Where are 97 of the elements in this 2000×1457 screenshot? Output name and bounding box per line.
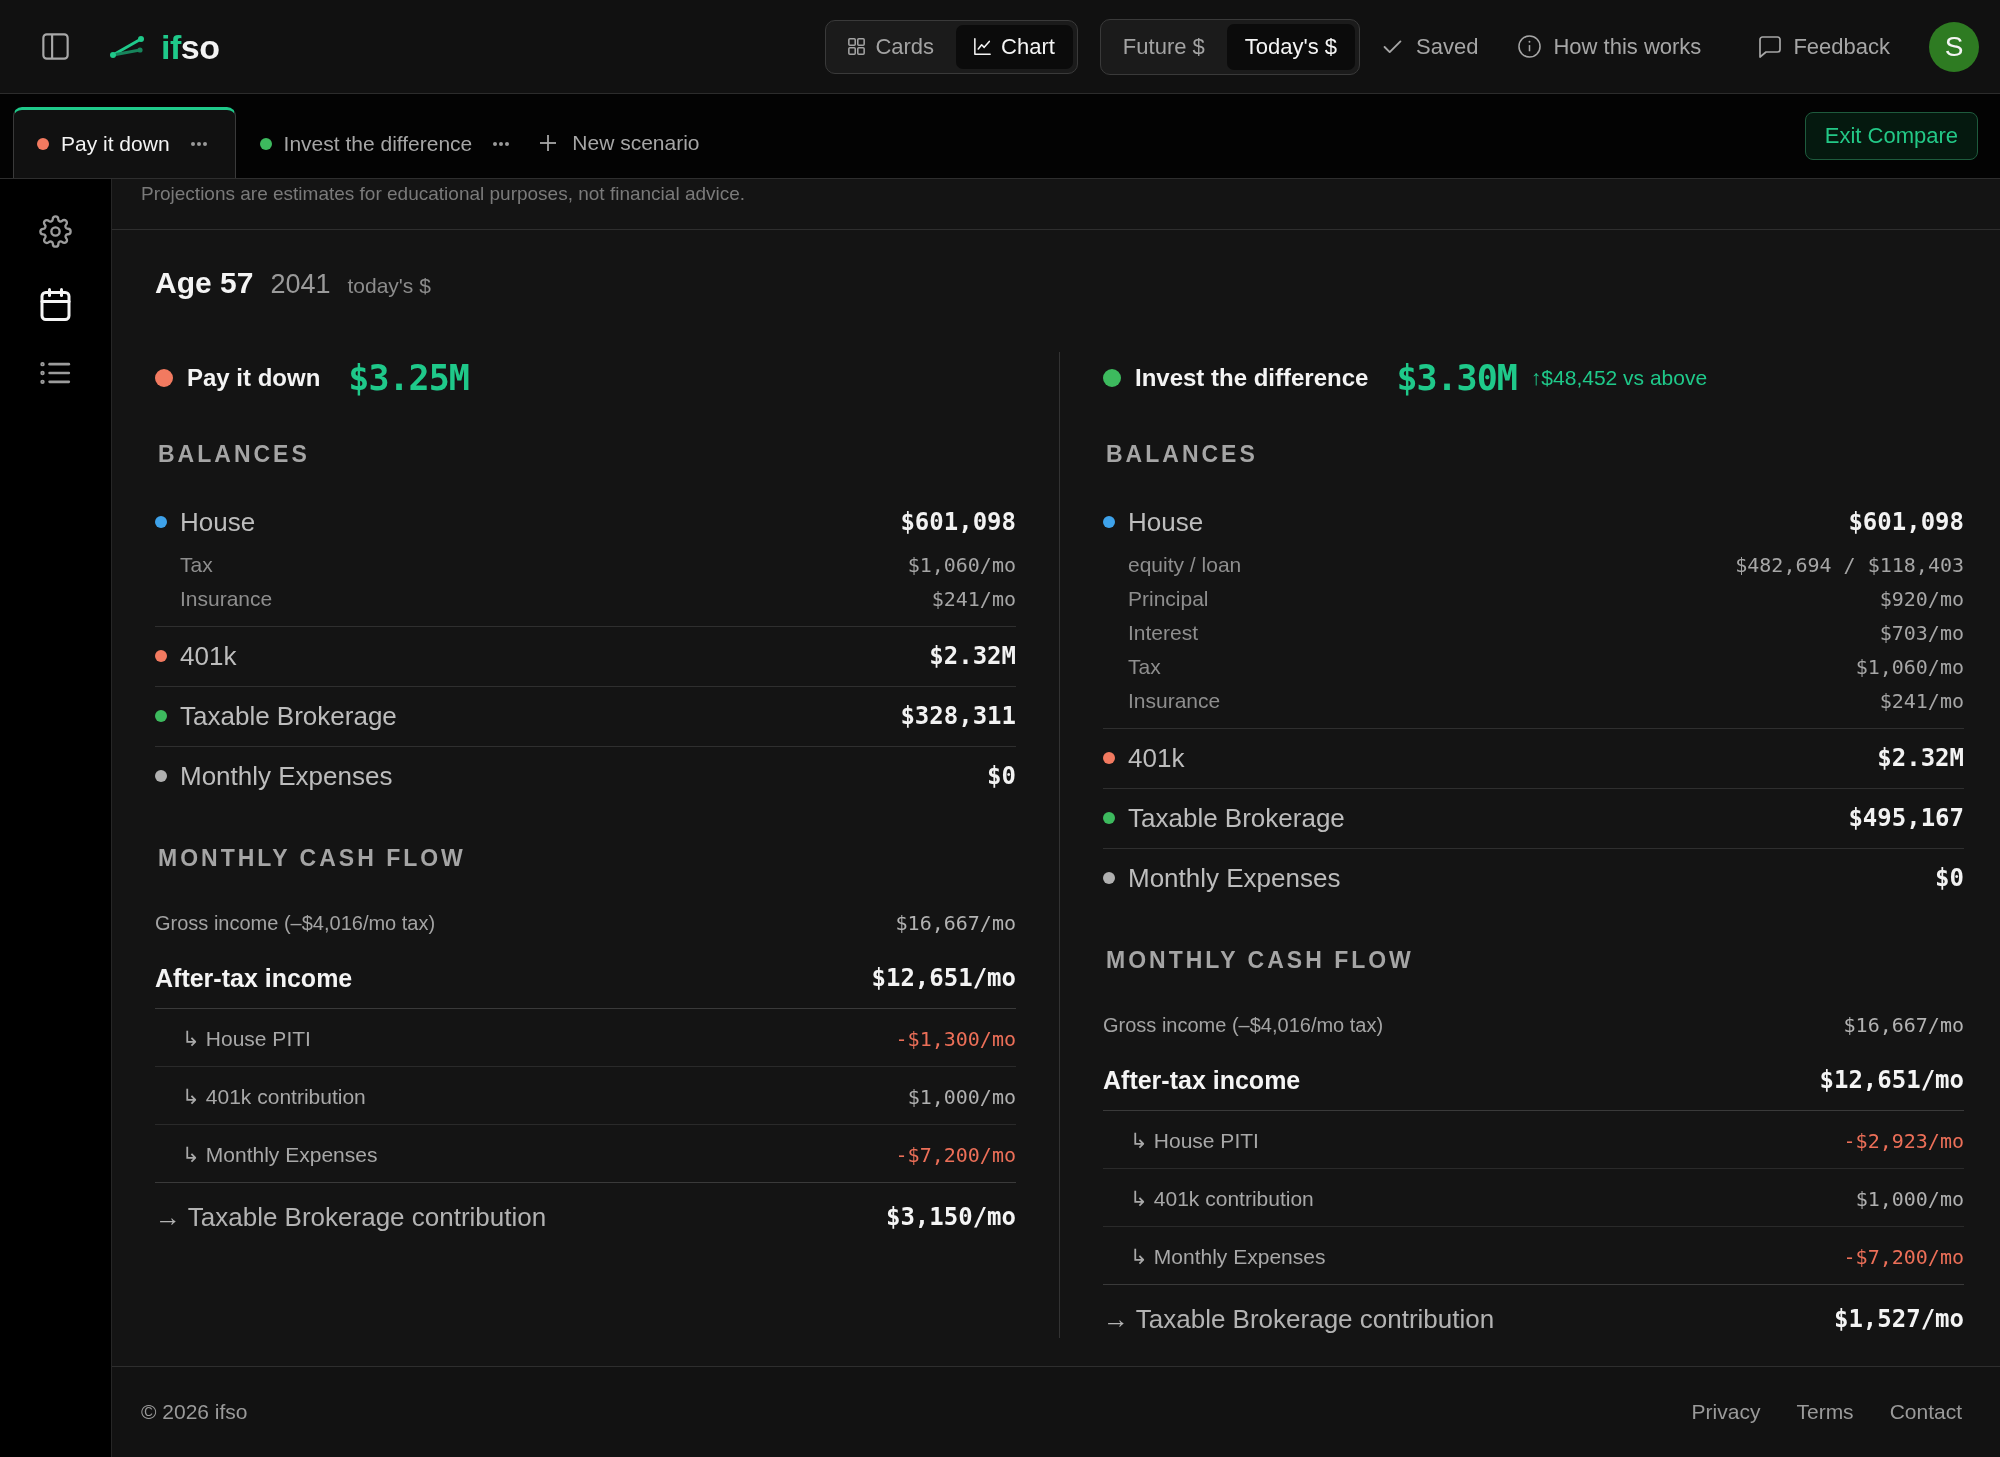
income-label: Gross income (–$4,016/mo tax) [1103,1013,1384,1037]
account-balance: $2.32M [1877,744,1964,772]
account-name: House [180,506,257,538]
avatar-button[interactable]: S [1929,21,1979,72]
account-balance: $2.32M [929,642,1016,670]
account-name: House [1128,506,1205,538]
allocation-label: ↳ Monthly Expenses [1130,1245,1326,1269]
income-value: $16,667/mo [895,911,1016,935]
footer-link[interactable]: Privacy [1691,1400,1761,1424]
allocation-label: ↳ Monthly Expenses [182,1143,378,1167]
check-icon [1383,39,1403,54]
difference-label: ↑$48,452 vs above [1530,366,1708,390]
copyright-text: © 2026 ifso [141,1400,248,1424]
income-value: $12,651/mo [871,964,1016,992]
speech-bubble-icon [1758,35,1783,58]
remainder-value: $3,150/mo [885,1203,1016,1231]
account-name: Taxable Brokerage [180,700,398,732]
detail-label: Tax [180,553,213,577]
account-balance: $601,098 [900,508,1016,536]
account-balance: $328,311 [900,702,1016,730]
footer-link[interactable]: Contact [1889,1400,1962,1424]
view-tab[interactable]: Cards [830,24,953,69]
info-icon [1518,35,1542,58]
account-balance: $0 [987,762,1016,790]
account-balance: $601,098 [1848,508,1964,536]
sidebar-toggle-icon[interactable] [42,33,69,60]
account-name: 401k [180,640,238,672]
trend-line-icon [110,34,144,59]
detail-value: $482,694 / $118,403 [1735,553,1964,577]
allocation-label: ↳ 401k contribution [182,1085,366,1109]
detail-value: $920/mo [1879,587,1964,611]
account-name: Taxable Brokerage [1128,802,1346,834]
section-title: MONTHLY CASH FLOW [157,844,467,872]
detail-value: $1,060/mo [907,553,1016,577]
account-name: Monthly Expenses [1128,862,1342,894]
scenario-tab[interactable]: Invest the difference [235,107,539,178]
allocation-value: -$7,200/mo [895,1143,1016,1167]
income-value: $12,651/mo [1819,1066,1964,1094]
allocation-value: -$2,923/mo [1843,1129,1964,1153]
list-icon[interactable] [40,361,71,385]
account-balance: $0 [1935,864,1964,892]
scenario-tab[interactable]: Pay it down [13,107,236,178]
detail-value: $703/mo [1879,621,1964,645]
scenario-name: Invest the difference [1135,364,1369,392]
detail-value: $241/mo [931,587,1016,611]
more-icon[interactable] [493,142,510,146]
allocation-label: ↳ 401k contribution [1130,1187,1314,1211]
year-label: 2041 [270,269,331,300]
line-chart-icon [974,38,992,55]
scenario-total: $3.30M [1396,358,1517,398]
logo-text: ifso [161,26,220,67]
remainder-label: → Taxable Brokerage contribution [155,1201,547,1233]
income-label: Gross income (–$4,016/mo tax) [155,911,436,935]
footer-link[interactable]: Terms [1796,1400,1854,1424]
new-scenario-button[interactable]: New scenario [540,107,700,178]
save-status: Saved [1416,32,1479,61]
section-title: BALANCES [157,440,311,468]
scenario-total: $3.25M [348,358,469,398]
allocation-value: -$1,300/mo [895,1027,1016,1051]
income-value: $16,667/mo [1843,1013,1964,1037]
calendar-icon[interactable] [40,288,71,321]
more-icon[interactable] [190,142,207,146]
grid-icon [848,38,866,55]
unit-label: today's $ [347,274,431,298]
allocation-value: $1,000/mo [907,1085,1016,1109]
account-name: 401k [1128,742,1186,774]
allocation-label: ↳ House PITI [182,1027,311,1051]
section-title: MONTHLY CASH FLOW [1105,946,1415,974]
detail-value: $1,060/mo [1855,655,1964,679]
view-tab[interactable]: Chart [956,24,1073,69]
exit-compare-button[interactable]: Exit Compare [1804,112,1978,160]
settings-icon[interactable] [39,215,72,248]
help-link[interactable]: How this works [1518,33,1702,60]
income-label: After-tax income [1103,1065,1301,1095]
detail-label: Tax [1128,655,1161,679]
currency-tab[interactable]: Future $ [1104,23,1223,70]
account-name: Monthly Expenses [180,760,394,792]
feedback-button[interactable]: Feedback [1758,33,1890,60]
remainder-label: → Taxable Brokerage contribution [1103,1303,1495,1335]
detail-label: Interest [1128,621,1199,645]
detail-label: Insurance [1128,689,1221,713]
disclaimer-text: Projections are estimates for educational purposes, not financial advice. [141,183,746,204]
scenario-name: Pay it down [187,364,321,392]
detail-label: Insurance [180,587,273,611]
section-title: BALANCES [1105,440,1259,468]
detail-value: $241/mo [1879,689,1964,713]
age-heading: Age 57 [155,265,254,301]
allocation-value: -$7,200/mo [1843,1245,1964,1269]
detail-label: Principal [1128,587,1209,611]
remainder-value: $1,527/mo [1833,1305,1964,1333]
detail-label: equity / loan [1128,553,1242,577]
plus-icon [540,134,557,151]
allocation-value: $1,000/mo [1855,1187,1964,1211]
allocation-label: ↳ House PITI [1130,1129,1259,1153]
currency-tab[interactable]: Today's $ [1226,23,1356,70]
income-label: After-tax income [155,963,353,993]
account-balance: $495,167 [1848,804,1964,832]
